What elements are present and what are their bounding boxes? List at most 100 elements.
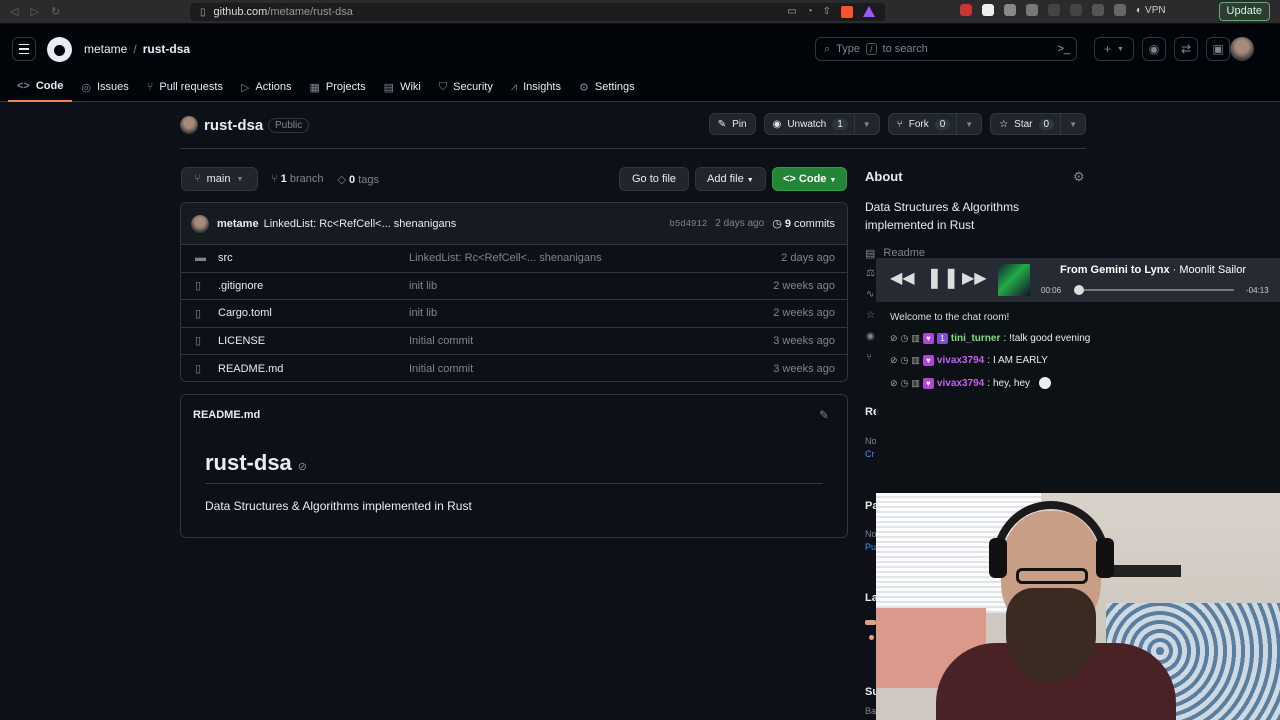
commit-message[interactable]: LinkedList: Rc<RefCell<... shenanigans xyxy=(264,218,457,230)
link-icon[interactable]: ⊘ xyxy=(298,461,307,473)
file-name[interactable]: LICENSE xyxy=(218,335,409,347)
timeout-icon[interactable]: ◷ xyxy=(901,333,909,344)
file-name[interactable]: README.md xyxy=(218,363,409,375)
commit-author[interactable]: metame xyxy=(217,218,259,230)
extension-icon[interactable] xyxy=(982,4,994,16)
tab-security[interactable]: ⛉ Security xyxy=(430,72,502,102)
window-icon[interactable] xyxy=(1114,4,1126,16)
pin-button[interactable]: ✎ Pin xyxy=(708,113,756,135)
tab-settings[interactable]: ⚙ Settings xyxy=(570,72,644,102)
table-row[interactable]: ▬ src LinkedList: Rc<RefCell<... shenani… xyxy=(181,245,847,273)
chevron-down-icon[interactable]: ▼ xyxy=(956,114,973,134)
extension-icon[interactable] xyxy=(960,4,972,16)
ban-icon[interactable]: ⊘ xyxy=(890,378,898,389)
avatar[interactable] xyxy=(191,214,209,233)
address-bar[interactable]: ▯ github.com/metame/rust-dsa ▭ ◔ ⇧ xyxy=(190,3,885,21)
watch-button[interactable]: ◉ Unwatch 1 ▼ xyxy=(763,113,880,135)
next-icon[interactable]: ▶▶ xyxy=(962,268,987,288)
vpn-button[interactable]: ◐ VPN xyxy=(1136,5,1166,16)
repo-title[interactable]: rust-dsa xyxy=(204,117,263,134)
create-release-link[interactable]: Cr xyxy=(865,449,875,459)
header-actions: + ▼ ◉ ⇄ ▣ xyxy=(1094,37,1230,61)
tab-actions[interactable]: ▷ Actions xyxy=(232,72,301,102)
tab-code[interactable]: <> Code xyxy=(8,72,73,102)
trash-icon[interactable]: ▥ xyxy=(911,333,920,344)
breadcrumb-repo[interactable]: rust-dsa xyxy=(143,42,190,56)
file-commit-message[interactable]: LinkedList: Rc<RefCell<... shenanigans xyxy=(409,252,781,264)
pause-icon[interactable]: ❚❚ xyxy=(926,265,960,290)
branches-link[interactable]: ⑂ 1 branch xyxy=(271,173,324,186)
menu-button[interactable] xyxy=(12,37,36,61)
back-icon[interactable]: ◁ xyxy=(10,5,18,18)
chat-username[interactable]: vivax3794 xyxy=(937,355,984,366)
bookmark-icon[interactable]: ▯ xyxy=(200,7,206,18)
timeout-icon[interactable]: ◷ xyxy=(901,355,909,366)
add-file-button[interactable]: Add file ▼ xyxy=(695,167,766,191)
inbox-icon[interactable]: ▣ xyxy=(1206,37,1230,61)
table-row[interactable]: ▯ README.md Initial commit 3 weeks ago xyxy=(181,355,847,381)
ban-icon[interactable]: ⊘ xyxy=(890,333,898,344)
file-name[interactable]: .gitignore xyxy=(218,280,409,292)
breadcrumb-owner[interactable]: metame xyxy=(84,42,127,56)
search-input[interactable]: ⌕ Type / to search >_ xyxy=(815,37,1077,61)
speed-icon[interactable]: ◔ xyxy=(807,6,813,18)
webcam-person-beard xyxy=(1006,588,1096,683)
trash-icon[interactable]: ▥ xyxy=(911,355,920,366)
create-new-button[interactable]: + ▼ xyxy=(1094,37,1134,61)
progress-knob[interactable] xyxy=(1074,285,1085,295)
update-button[interactable]: Update xyxy=(1218,2,1270,21)
extension-icon[interactable] xyxy=(1092,4,1104,16)
extension-icon[interactable] xyxy=(1070,4,1082,16)
brave-shield-icon[interactable] xyxy=(841,6,853,18)
tab-insights[interactable]: ⩘ Insights xyxy=(502,72,570,102)
publish-package-link[interactable]: Pu xyxy=(865,542,876,552)
table-row[interactable]: ▯ Cargo.toml init lib 2 weeks ago xyxy=(181,300,847,328)
ban-icon[interactable]: ⊘ xyxy=(890,355,898,366)
progress-track[interactable] xyxy=(1076,289,1234,291)
chat-username[interactable]: vivax3794 xyxy=(937,378,984,389)
edit-pencil-icon[interactable]: ✎ xyxy=(819,408,829,422)
avatar[interactable] xyxy=(1230,37,1254,61)
commits-link[interactable]: ◷ 9 commits xyxy=(772,217,835,230)
pull-requests-icon[interactable]: ⇄ xyxy=(1174,37,1198,61)
file-name[interactable]: src xyxy=(218,252,409,264)
tab-projects[interactable]: ▦ Projects xyxy=(301,72,375,102)
law-icon: ⚖ xyxy=(866,268,875,279)
tab-issues[interactable]: ◎ Issues xyxy=(72,72,137,102)
github-logo-icon[interactable] xyxy=(47,37,72,62)
issues-icon[interactable]: ◉ xyxy=(1142,37,1166,61)
file-name[interactable]: Cargo.toml xyxy=(218,307,409,319)
chevron-down-icon[interactable]: ▼ xyxy=(853,114,871,134)
file-commit-message[interactable]: init lib xyxy=(409,307,773,319)
go-to-file-button[interactable]: Go to file xyxy=(619,167,690,191)
file-commit-message[interactable]: Initial commit xyxy=(409,363,773,375)
command-palette-icon[interactable]: >_ xyxy=(1057,43,1070,55)
code-button[interactable]: <> Code ▼ xyxy=(772,167,848,191)
reload-icon[interactable]: ↻ xyxy=(51,5,60,18)
forward-icon[interactable]: ▷ xyxy=(30,5,38,18)
chat-username[interactable]: tini_turner xyxy=(951,333,1000,344)
file-commit-message[interactable]: init lib xyxy=(409,280,773,292)
chat-message: ⊘ ◷ ▥ ♥ vivax3794: hey, hey xyxy=(890,377,1052,389)
fork-button[interactable]: ⑂ Fork 0 ▼ xyxy=(887,113,983,135)
tags-link[interactable]: ◇ 0 tags xyxy=(338,173,380,186)
table-row[interactable]: ▯ LICENSE Initial commit 3 weeks ago xyxy=(181,328,847,355)
extension-icon[interactable] xyxy=(1026,4,1038,16)
paw-icon[interactable] xyxy=(1004,4,1016,16)
table-row[interactable]: ▯ .gitignore init lib 2 weeks ago xyxy=(181,273,847,300)
cast-icon[interactable]: ▭ xyxy=(787,6,796,18)
timeout-icon[interactable]: ◷ xyxy=(901,378,909,389)
chevron-down-icon[interactable]: ▼ xyxy=(1060,114,1077,134)
brave-rewards-icon[interactable] xyxy=(863,6,875,17)
trash-icon[interactable]: ▥ xyxy=(911,378,920,389)
tab-pull-requests[interactable]: ⑂ Pull requests xyxy=(138,72,232,102)
tab-wiki[interactable]: ▤ Wiki xyxy=(375,72,430,102)
star-button[interactable]: ☆ Star 0 ▼ xyxy=(990,113,1086,135)
previous-icon[interactable]: ◀◀ xyxy=(890,268,915,288)
extension-icon[interactable] xyxy=(1048,4,1060,16)
share-icon[interactable]: ⇧ xyxy=(823,6,831,18)
file-commit-message[interactable]: Initial commit xyxy=(409,335,773,347)
commit-sha[interactable]: b5d4912 xyxy=(669,219,707,229)
branch-selector[interactable]: ⑂ main ▼ xyxy=(181,167,258,191)
gear-icon[interactable]: ⚙ xyxy=(1073,169,1085,185)
